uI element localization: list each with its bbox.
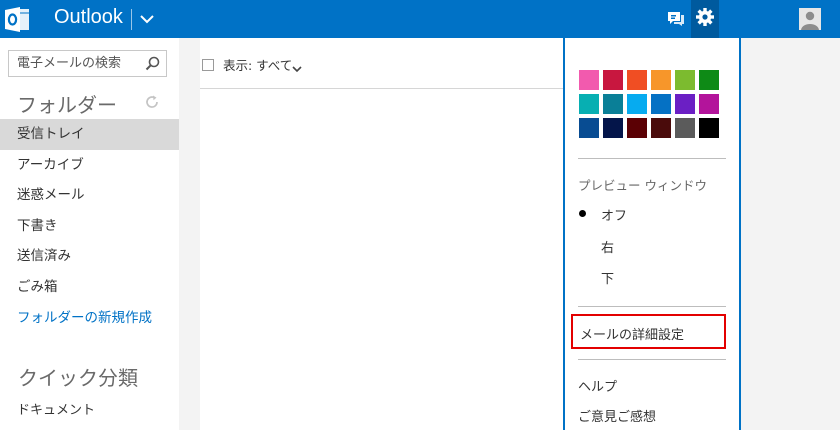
folder-item-sent[interactable]: 送信済み	[0, 241, 179, 272]
divider	[578, 359, 726, 360]
quick-view-documents[interactable]: ドキュメント	[17, 399, 95, 418]
folder-item-inbox[interactable]: 受信トレイ	[0, 119, 179, 150]
chat-bubble-icon[interactable]	[662, 5, 690, 33]
theme-color-swatch-8[interactable]	[603, 94, 623, 114]
theme-color-grid	[579, 70, 721, 138]
divider	[578, 158, 726, 159]
folder-item-deleted[interactable]: ごみ箱	[0, 272, 179, 303]
gear-icon	[696, 8, 714, 30]
theme-color-swatch-5[interactable]	[675, 70, 695, 90]
app-name[interactable]: Outlook	[54, 6, 123, 29]
preview-option-label: 下	[601, 272, 615, 287]
settings-flyout: プレビュー ウィンドウ オフ 右 下 メールの詳細設定 ヘルプ ご意見ご感想	[563, 38, 741, 430]
preview-option-label: オフ	[601, 209, 628, 224]
theme-color-swatch-9[interactable]	[627, 94, 647, 114]
selected-dot-icon	[579, 210, 586, 217]
theme-color-swatch-11[interactable]	[675, 94, 695, 114]
new-folder-link[interactable]: フォルダーの新規作成	[0, 303, 179, 334]
select-all-checkbox[interactable]	[202, 59, 214, 71]
theme-color-swatch-7[interactable]	[579, 94, 599, 114]
refresh-icon[interactable]	[144, 94, 160, 110]
pane-gutter	[179, 38, 200, 430]
view-filter-label[interactable]: 表示: すべて	[223, 55, 292, 74]
theme-color-swatch-17[interactable]	[675, 118, 695, 138]
theme-color-swatch-15[interactable]	[627, 118, 647, 138]
help-link[interactable]: ヘルプ	[578, 376, 617, 395]
theme-color-swatch-2[interactable]	[603, 70, 623, 90]
quick-views-heading: クイック分類	[18, 366, 138, 390]
preview-option-label: 右	[601, 241, 615, 256]
top-bar: Outlook	[0, 0, 840, 38]
outlook-logo-icon[interactable]	[5, 6, 32, 33]
divider	[578, 306, 726, 307]
advanced-mail-settings-link[interactable]: メールの詳細設定	[571, 314, 726, 349]
theme-color-swatch-3[interactable]	[627, 70, 647, 90]
folder-pane: フォルダー 受信トレイ アーカイブ 迷惑メール 下書き 送信済み ごみ箱 フォル…	[0, 38, 179, 430]
settings-gear-button[interactable]	[691, 0, 719, 38]
divider	[200, 88, 563, 89]
theme-color-swatch-18[interactable]	[699, 118, 719, 138]
chevron-down-icon[interactable]	[292, 59, 302, 73]
theme-color-swatch-6[interactable]	[699, 70, 719, 90]
preview-pane-heading: プレビュー ウィンドウ	[578, 178, 707, 193]
search-icon[interactable]	[145, 56, 160, 71]
folder-item-junk[interactable]: 迷惑メール	[0, 180, 179, 211]
theme-color-swatch-12[interactable]	[699, 94, 719, 114]
theme-color-swatch-16[interactable]	[651, 118, 671, 138]
folder-item-archive[interactable]: アーカイブ	[0, 150, 179, 181]
theme-color-swatch-13[interactable]	[579, 118, 599, 138]
theme-color-swatch-4[interactable]	[651, 70, 671, 90]
chevron-down-icon[interactable]	[139, 11, 155, 27]
search-input[interactable]	[9, 51, 139, 76]
message-list: 表示: すべて	[200, 38, 563, 430]
search-box[interactable]	[8, 50, 167, 77]
feedback-link[interactable]: ご意見ご感想	[578, 406, 656, 425]
theme-color-swatch-1[interactable]	[579, 70, 599, 90]
brand-divider	[131, 9, 132, 30]
advanced-settings-label: メールの詳細設定	[580, 328, 685, 343]
theme-color-swatch-10[interactable]	[651, 94, 671, 114]
reading-pane	[741, 38, 840, 430]
theme-color-swatch-14[interactable]	[603, 118, 623, 138]
folders-heading: フォルダー	[17, 93, 117, 117]
folder-list: 受信トレイ アーカイブ 迷惑メール 下書き 送信済み ごみ箱 フォルダーの新規作…	[0, 119, 179, 333]
folder-item-drafts[interactable]: 下書き	[0, 211, 179, 242]
user-avatar-icon[interactable]	[799, 8, 821, 30]
